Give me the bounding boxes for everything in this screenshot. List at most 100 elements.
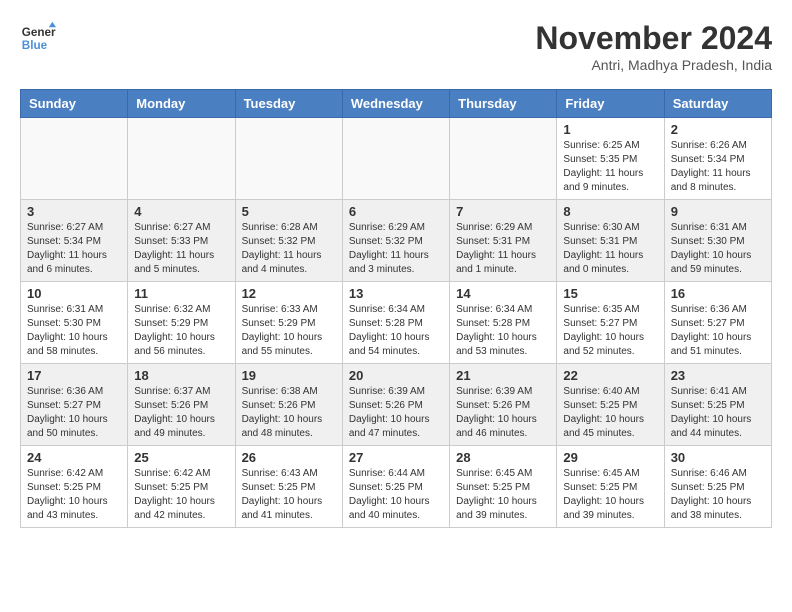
day-number: 16 [671, 286, 765, 301]
day-number: 24 [27, 450, 121, 465]
day-info: Sunrise: 6:43 AM Sunset: 5:25 PM Dayligh… [242, 467, 336, 523]
day-info: Sunrise: 6:37 AM Sunset: 5:26 PM Dayligh… [134, 385, 228, 441]
calendar-cell: 18Sunrise: 6:37 AM Sunset: 5:26 PM Dayli… [128, 364, 235, 446]
calendar-cell [342, 118, 449, 200]
day-info: Sunrise: 6:29 AM Sunset: 5:32 PM Dayligh… [349, 221, 443, 277]
calendar-cell: 30 Sunrise: 6:46 AM Sunset: 5:25 PM Dayli… [664, 446, 771, 528]
calendar-cell: 2Sunrise: 6:26 AM Sunset: 5:34 PM Daylig… [664, 118, 771, 200]
calendar-cell: 4 Sunrise: 6:27 AM Sunset: 5:33 PM Daylig… [128, 200, 235, 282]
day-number: 14 [456, 286, 550, 301]
day-number: 27 [349, 450, 443, 465]
logo: General Blue [20, 20, 56, 56]
calendar-cell: 16 Sunrise: 6:36 AM Sunset: 5:27 PM Dayli… [664, 282, 771, 364]
day-info: Sunrise: 6:44 AM Sunset: 5:25 PM Dayligh… [349, 467, 443, 523]
calendar-cell: 5 Sunrise: 6:28 AM Sunset: 5:32 PM Daylig… [235, 200, 342, 282]
calendar-week-4: 17Sunrise: 6:36 AM Sunset: 5:27 PM Dayli… [21, 364, 772, 446]
day-info: Sunrise: 6:45 AM Sunset: 5:25 PM Dayligh… [563, 467, 657, 523]
day-info: Sunrise: 6:28 AM Sunset: 5:32 PM Dayligh… [242, 221, 336, 277]
day-number: 4 [134, 204, 228, 219]
calendar-cell [128, 118, 235, 200]
day-number: 3 [27, 204, 121, 219]
calendar-cell [235, 118, 342, 200]
calendar-cell: 10 Sunrise: 6:31 AM Sunset: 5:30 PM Dayli… [21, 282, 128, 364]
calendar-cell: 9 Sunrise: 6:31 AM Sunset: 5:30 PM Daylig… [664, 200, 771, 282]
day-number: 22 [563, 368, 657, 383]
calendar-cell: 13 Sunrise: 6:34 AM Sunset: 5:28 PM Dayli… [342, 282, 449, 364]
day-number: 9 [671, 204, 765, 219]
day-info: Sunrise: 6:42 AM Sunset: 5:25 PM Dayligh… [134, 467, 228, 523]
weekday-header-row: SundayMondayTuesdayWednesdayThursdayFrid… [21, 90, 772, 118]
day-info: Sunrise: 6:33 AM Sunset: 5:29 PM Dayligh… [242, 303, 336, 359]
calendar-cell: 22 Sunrise: 6:40 AM Sunset: 5:25 PM Dayli… [557, 364, 664, 446]
calendar-cell: 6 Sunrise: 6:29 AM Sunset: 5:32 PM Daylig… [342, 200, 449, 282]
day-info: Sunrise: 6:25 AM Sunset: 5:35 PM Dayligh… [563, 139, 657, 195]
day-info: Sunrise: 6:32 AM Sunset: 5:29 PM Dayligh… [134, 303, 228, 359]
weekday-header-thursday: Thursday [450, 90, 557, 118]
day-number: 2 [671, 122, 765, 137]
day-number: 5 [242, 204, 336, 219]
calendar-table: SundayMondayTuesdayWednesdayThursdayFrid… [20, 89, 772, 528]
calendar-cell: 15Sunrise: 6:35 AM Sunset: 5:27 PM Dayli… [557, 282, 664, 364]
calendar-cell: 28 Sunrise: 6:45 AM Sunset: 5:25 PM Dayli… [450, 446, 557, 528]
calendar-week-5: 24 Sunrise: 6:42 AM Sunset: 5:25 PM Dayli… [21, 446, 772, 528]
day-number: 26 [242, 450, 336, 465]
day-info: Sunrise: 6:38 AM Sunset: 5:26 PM Dayligh… [242, 385, 336, 441]
title-block: November 2024 Antri, Madhya Pradesh, Ind… [535, 20, 772, 73]
day-number: 17 [27, 368, 121, 383]
svg-text:Blue: Blue [22, 39, 48, 52]
calendar-cell: 17Sunrise: 6:36 AM Sunset: 5:27 PM Dayli… [21, 364, 128, 446]
day-info: Sunrise: 6:46 AM Sunset: 5:25 PM Dayligh… [671, 467, 765, 523]
calendar-cell: 24 Sunrise: 6:42 AM Sunset: 5:25 PM Dayli… [21, 446, 128, 528]
weekday-header-sunday: Sunday [21, 90, 128, 118]
day-number: 28 [456, 450, 550, 465]
day-info: Sunrise: 6:40 AM Sunset: 5:25 PM Dayligh… [563, 385, 657, 441]
calendar-cell [450, 118, 557, 200]
day-number: 6 [349, 204, 443, 219]
day-info: Sunrise: 6:42 AM Sunset: 5:25 PM Dayligh… [27, 467, 121, 523]
calendar-cell: 8 Sunrise: 6:30 AM Sunset: 5:31 PM Daylig… [557, 200, 664, 282]
calendar-cell: 11 Sunrise: 6:32 AM Sunset: 5:29 PM Dayli… [128, 282, 235, 364]
calendar-cell: 7Sunrise: 6:29 AM Sunset: 5:31 PM Daylig… [450, 200, 557, 282]
weekday-header-saturday: Saturday [664, 90, 771, 118]
calendar-cell: 23 Sunrise: 6:41 AM Sunset: 5:25 PM Dayli… [664, 364, 771, 446]
day-info: Sunrise: 6:36 AM Sunset: 5:27 PM Dayligh… [671, 303, 765, 359]
calendar-week-1: 1 Sunrise: 6:25 AM Sunset: 5:35 PM Daylig… [21, 118, 772, 200]
day-number: 8 [563, 204, 657, 219]
calendar-cell: 25 Sunrise: 6:42 AM Sunset: 5:25 PM Dayli… [128, 446, 235, 528]
day-info: Sunrise: 6:45 AM Sunset: 5:25 PM Dayligh… [456, 467, 550, 523]
day-number: 19 [242, 368, 336, 383]
day-info: Sunrise: 6:27 AM Sunset: 5:33 PM Dayligh… [134, 221, 228, 277]
calendar-cell: 12 Sunrise: 6:33 AM Sunset: 5:29 PM Dayli… [235, 282, 342, 364]
day-info: Sunrise: 6:31 AM Sunset: 5:30 PM Dayligh… [671, 221, 765, 277]
day-number: 21 [456, 368, 550, 383]
calendar-cell: 29Sunrise: 6:45 AM Sunset: 5:25 PM Dayli… [557, 446, 664, 528]
day-info: Sunrise: 6:30 AM Sunset: 5:31 PM Dayligh… [563, 221, 657, 277]
calendar-cell: 21 Sunrise: 6:39 AM Sunset: 5:26 PM Dayli… [450, 364, 557, 446]
day-info: Sunrise: 6:27 AM Sunset: 5:34 PM Dayligh… [27, 221, 121, 277]
weekday-header-friday: Friday [557, 90, 664, 118]
month-year: November 2024 [535, 20, 772, 57]
day-number: 23 [671, 368, 765, 383]
calendar-week-3: 10 Sunrise: 6:31 AM Sunset: 5:30 PM Dayli… [21, 282, 772, 364]
day-info: Sunrise: 6:39 AM Sunset: 5:26 PM Dayligh… [456, 385, 550, 441]
calendar-cell: 3 Sunrise: 6:27 AM Sunset: 5:34 PM Daylig… [21, 200, 128, 282]
day-info: Sunrise: 6:31 AM Sunset: 5:30 PM Dayligh… [27, 303, 121, 359]
calendar-cell: 26 Sunrise: 6:43 AM Sunset: 5:25 PM Dayli… [235, 446, 342, 528]
day-info: Sunrise: 6:41 AM Sunset: 5:25 PM Dayligh… [671, 385, 765, 441]
svg-text:General: General [22, 26, 56, 39]
calendar-cell: 20Sunrise: 6:39 AM Sunset: 5:26 PM Dayli… [342, 364, 449, 446]
day-info: Sunrise: 6:34 AM Sunset: 5:28 PM Dayligh… [349, 303, 443, 359]
day-number: 10 [27, 286, 121, 301]
day-number: 25 [134, 450, 228, 465]
day-number: 1 [563, 122, 657, 137]
location: Antri, Madhya Pradesh, India [535, 57, 772, 73]
day-number: 30 [671, 450, 765, 465]
day-number: 13 [349, 286, 443, 301]
day-number: 12 [242, 286, 336, 301]
calendar-cell: 1 Sunrise: 6:25 AM Sunset: 5:35 PM Daylig… [557, 118, 664, 200]
day-info: Sunrise: 6:34 AM Sunset: 5:28 PM Dayligh… [456, 303, 550, 359]
calendar-cell: 27 Sunrise: 6:44 AM Sunset: 5:25 PM Dayli… [342, 446, 449, 528]
day-number: 11 [134, 286, 228, 301]
weekday-header-tuesday: Tuesday [235, 90, 342, 118]
day-number: 7 [456, 204, 550, 219]
